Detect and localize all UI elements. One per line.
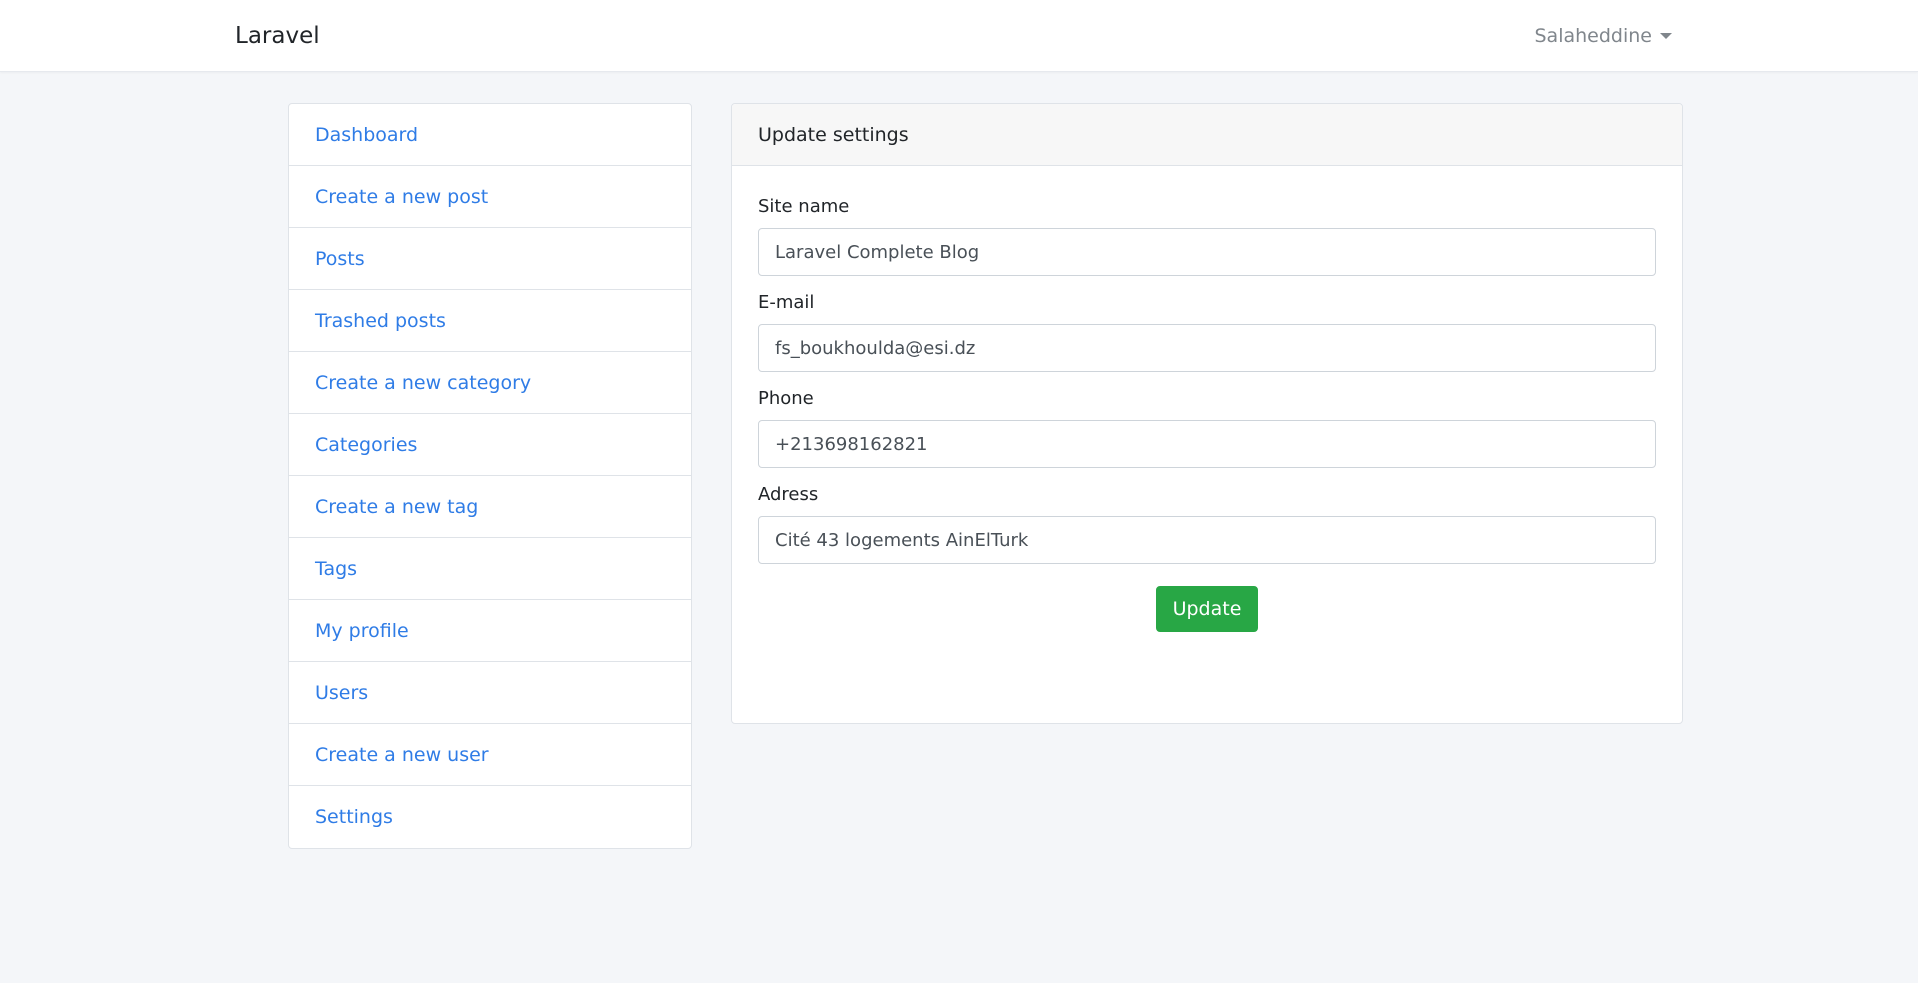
- sidebar-item-create-user[interactable]: Create a new user: [289, 724, 691, 786]
- email-input[interactable]: [758, 324, 1656, 372]
- phone-input[interactable]: [758, 420, 1656, 468]
- settings-card: Update settings Site name E-mail Phone A…: [731, 103, 1683, 724]
- phone-group: Phone: [758, 386, 1656, 468]
- sidebar-item-settings[interactable]: Settings: [289, 786, 691, 848]
- sidebar-item-create-category[interactable]: Create a new category: [289, 352, 691, 414]
- brand-link[interactable]: Laravel: [235, 20, 320, 52]
- address-group: Adress: [758, 482, 1656, 564]
- address-input[interactable]: [758, 516, 1656, 564]
- settings-form: Site name E-mail Phone Adress Update: [732, 166, 1682, 632]
- sidebar-item-posts[interactable]: Posts: [289, 228, 691, 290]
- card-title: Update settings: [732, 104, 1682, 166]
- update-button[interactable]: Update: [1155, 586, 1259, 632]
- site-name-label: Site name: [758, 196, 850, 217]
- sidebar-item-tags[interactable]: Tags: [289, 538, 691, 600]
- sidebar-item-trashed-posts[interactable]: Trashed posts: [289, 290, 691, 352]
- user-name: Salaheddine: [1534, 25, 1653, 47]
- email-group: E-mail: [758, 290, 1656, 372]
- sidebar-item-users[interactable]: Users: [289, 662, 691, 724]
- phone-label: Phone: [758, 388, 814, 409]
- sidebar-item-my-profile[interactable]: My profile: [289, 600, 691, 662]
- address-label: Adress: [758, 484, 819, 505]
- email-label: E-mail: [758, 292, 815, 313]
- caret-down-icon: [1660, 33, 1672, 39]
- sidebar-menu: Dashboard Create a new post Posts Trashe…: [288, 103, 692, 849]
- top-navbar: Laravel Salaheddine: [0, 0, 1918, 72]
- sidebar-item-create-post[interactable]: Create a new post: [289, 166, 691, 228]
- user-dropdown-toggle[interactable]: Salaheddine: [1534, 22, 1672, 50]
- sidebar-item-categories[interactable]: Categories: [289, 414, 691, 476]
- site-name-group: Site name: [758, 194, 1656, 276]
- button-row: Update: [758, 586, 1656, 632]
- sidebar-item-create-tag[interactable]: Create a new tag: [289, 476, 691, 538]
- sidebar-item-dashboard[interactable]: Dashboard: [289, 104, 691, 166]
- site-name-input[interactable]: [758, 228, 1656, 276]
